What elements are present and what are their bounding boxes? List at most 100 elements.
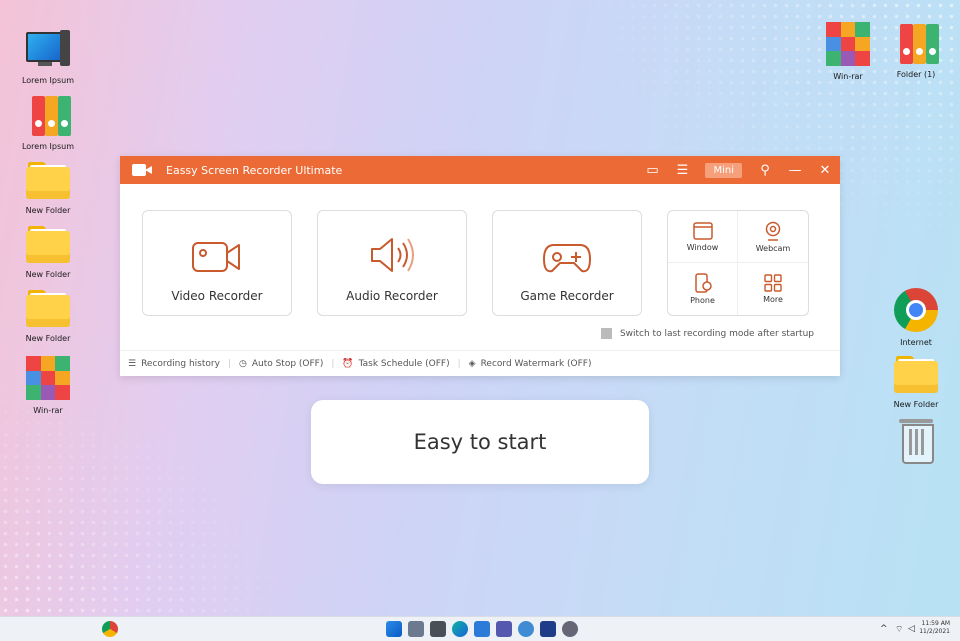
store-icon[interactable]: [474, 621, 490, 637]
clock-date: 11/2/2021: [919, 628, 950, 635]
chrome-icon: [892, 288, 940, 336]
desktop-icon-folder[interactable]: New Folder: [12, 284, 84, 344]
desktop-icon-binders[interactable]: Lorem Ipsum: [12, 92, 84, 152]
speaker-icon: [371, 238, 414, 272]
quick-label: More: [763, 295, 783, 304]
settings-icon[interactable]: [562, 621, 578, 637]
task-schedule-button[interactable]: ⏰ Task Schedule (OFF): [342, 359, 449, 369]
edge-icon[interactable]: [452, 621, 468, 637]
chrome-taskbar-icon[interactable]: [102, 621, 118, 637]
phone-icon: [694, 273, 712, 293]
desktop-icon-computer[interactable]: Lorem Ipsum: [12, 26, 84, 86]
webcam-icon: [765, 221, 781, 241]
start-icon[interactable]: [386, 621, 402, 637]
chevron-up-icon[interactable]: ^: [880, 624, 888, 634]
menu-icon[interactable]: ☰: [667, 163, 697, 178]
teams-icon[interactable]: [496, 621, 512, 637]
bottom-toolbar: ☰ Recording history | ◷ Auto Stop (OFF) …: [120, 350, 840, 377]
folder-icon: [24, 284, 72, 332]
last-mode-toggle[interactable]: Switch to last recording mode after star…: [600, 328, 814, 339]
app-icon[interactable]: [540, 621, 556, 637]
wifi-icon[interactable]: ⌔: [895, 624, 903, 635]
minimize-icon[interactable]: —: [780, 163, 810, 178]
webcam-mode-button[interactable]: Webcam: [738, 211, 808, 263]
window-icon: [692, 221, 713, 240]
record-watermark-button[interactable]: ◈ Record Watermark (OFF): [469, 359, 592, 369]
binders-icon: [24, 92, 72, 140]
quick-label: Webcam: [755, 243, 791, 253]
droplet-icon: ◈: [468, 359, 476, 369]
app-title: Eassy Screen Recorder Ultimate: [166, 163, 343, 177]
taskbar: ^ ⌔ ◁ 11:59 AM 11/2/2021: [0, 616, 960, 641]
audio-recorder-card[interactable]: Audio Recorder: [317, 210, 467, 316]
phone-mode-button[interactable]: Phone: [668, 263, 738, 315]
video-recorder-card[interactable]: Video Recorder: [142, 210, 292, 316]
desktop-icon-label: New Folder: [25, 206, 71, 215]
pin-icon[interactable]: ⚲: [750, 163, 780, 178]
desktop-icon-winrar[interactable]: Win-rar: [812, 20, 884, 82]
desktop-icon-winrar[interactable]: Win-rar: [12, 354, 84, 416]
alarm-icon: ⏰: [342, 359, 354, 369]
desktop-icon-label: New Folder: [25, 270, 71, 279]
desktop-icon-label: New Folder: [25, 334, 71, 343]
folder-icon: [892, 350, 940, 398]
quick-modes-panel: Window Webcam Phone More: [667, 210, 809, 316]
game-recorder-card[interactable]: Game Recorder: [492, 210, 642, 316]
winrar-icon: [24, 356, 72, 404]
clock-time: 11:59 AM: [921, 620, 950, 627]
card-label: Video Recorder: [171, 289, 263, 303]
desktop-icon-label: Win-rar: [833, 72, 863, 81]
winrar-icon: [824, 22, 872, 70]
computer-icon: [24, 26, 72, 74]
checkbox[interactable]: [600, 328, 612, 339]
easy-to-start-banner: Easy to start: [311, 400, 649, 484]
desktop-icon-binders[interactable]: Folder (1): [880, 20, 952, 80]
camera-icon[interactable]: [430, 621, 446, 637]
quick-label: Window: [686, 242, 719, 252]
quick-label: Phone: [690, 296, 715, 305]
auto-stop-button[interactable]: ◷ Auto Stop (OFF): [239, 359, 323, 369]
divider: |: [227, 359, 231, 369]
feedback-icon[interactable]: ▭: [637, 163, 667, 178]
maps-icon[interactable]: [518, 621, 534, 637]
card-label: Audio Recorder: [346, 289, 438, 303]
desktop-icon-label: Internet: [900, 338, 932, 347]
desktop-icon-folder[interactable]: New Folder: [12, 220, 84, 280]
folder-icon: [24, 156, 72, 204]
folder-icon: [24, 220, 72, 268]
divider: |: [457, 359, 461, 369]
mini-button[interactable]: Mini: [705, 162, 742, 178]
gamepad-icon: [543, 244, 591, 273]
auto-stop-label: Auto Stop (OFF): [251, 359, 324, 369]
title-bar[interactable]: Eassy Screen Recorder Ultimate ▭ ☰ Mini …: [120, 156, 840, 184]
recycle-bin-icon: [892, 416, 940, 464]
recording-history-label: Recording history: [141, 359, 220, 369]
list-icon: ☰: [128, 359, 137, 369]
recording-history-button[interactable]: ☰ Recording history: [128, 359, 220, 369]
desktop-icon-label: New Folder: [893, 400, 939, 409]
desktop-icon-label: Folder (1): [896, 70, 936, 79]
desktop-icon-label: Lorem Ipsum: [21, 142, 75, 151]
binders-icon: [892, 20, 940, 68]
clock-icon: ◷: [238, 359, 247, 369]
switch-label: Switch to last recording mode after star…: [619, 328, 814, 339]
volume-icon[interactable]: ◁: [908, 624, 915, 634]
desktop-icon-internet[interactable]: Internet: [880, 286, 952, 348]
window-mode-button[interactable]: Window: [668, 211, 738, 263]
clock[interactable]: 11:59 AM 11/2/2021: [919, 620, 950, 636]
video-camera-icon: [192, 242, 240, 272]
more-modes-button[interactable]: More: [738, 263, 808, 315]
desktop-icon-folder[interactable]: New Folder: [880, 350, 952, 410]
card-label: Game Recorder: [520, 289, 614, 303]
search-icon[interactable]: [408, 621, 424, 637]
desktop-icon-label: Win-rar: [33, 406, 63, 415]
record-watermark-label: Record Watermark (OFF): [480, 359, 592, 369]
recorder-window: Eassy Screen Recorder Ultimate ▭ ☰ Mini …: [120, 156, 840, 376]
close-icon[interactable]: ✕: [810, 163, 840, 178]
app-logo-icon: [132, 162, 154, 178]
desktop-icon-label: Lorem Ipsum: [21, 76, 75, 85]
task-schedule-label: Task Schedule (OFF): [358, 359, 450, 369]
desktop-icon-folder[interactable]: New Folder: [12, 156, 84, 216]
divider: |: [331, 359, 335, 369]
desktop-icon-recycle-bin[interactable]: [880, 416, 952, 466]
